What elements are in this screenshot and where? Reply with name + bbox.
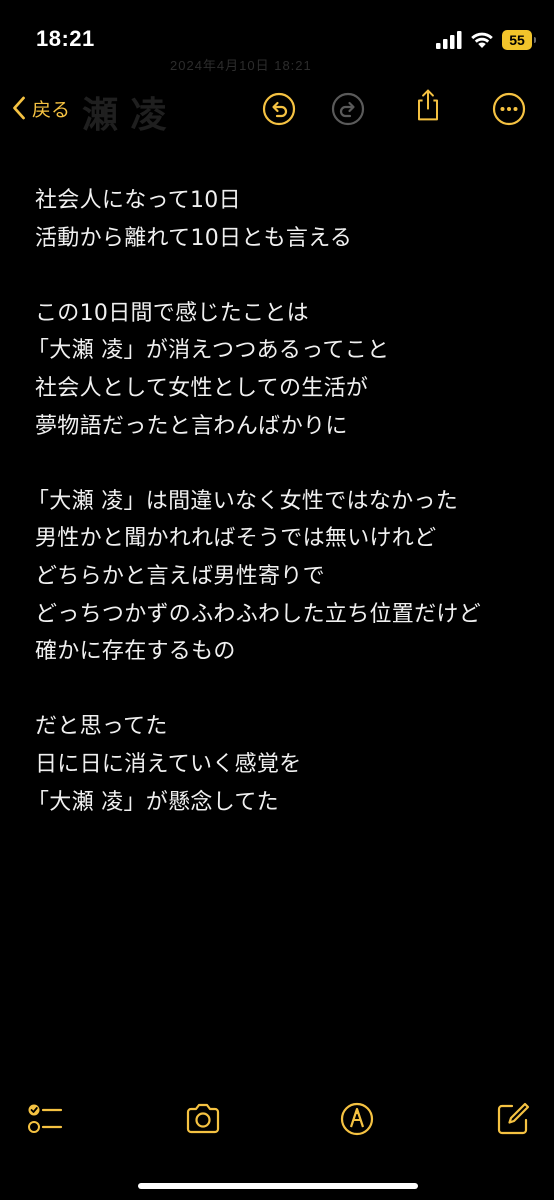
note-line: 「大瀬 凌」が消えつつあるってこと — [27, 338, 390, 364]
note-line: 男性かと聞かれればそうでは無いけれど — [35, 526, 437, 552]
status-time: 18:21 — [36, 26, 95, 51]
note-line: 日に日に消えていく感覚を — [35, 751, 302, 777]
note-line: 確かに存在するもの — [35, 639, 236, 665]
note-line: だと思ってた — [35, 714, 168, 740]
note-line: 「大瀬 凌」は間違いなく女性ではなかった — [27, 488, 458, 514]
cellular-signal-icon — [436, 31, 462, 49]
chevron-left-icon — [13, 96, 25, 120]
markup-pen-icon[interactable] — [338, 1100, 376, 1138]
note-line: 活動から離れて10日とも言える — [35, 225, 353, 251]
battery-icon: 55 — [502, 30, 536, 50]
note-line: 社会人として女性としての生活が — [35, 375, 369, 401]
more-icon[interactable] — [491, 91, 527, 127]
note-date-faded: 2024年4月10日 18:21 — [170, 58, 312, 73]
note-line: 夢物語だったと言わんばかりに — [35, 413, 348, 439]
redo-icon[interactable] — [330, 91, 366, 127]
note-line: 「大瀬 凌」が懸念してた — [27, 789, 279, 815]
note-blank-line — [35, 445, 535, 483]
back-label: 戻る — [32, 98, 71, 121]
note-blank-line — [35, 671, 535, 709]
compose-icon[interactable] — [494, 1100, 532, 1138]
camera-icon[interactable] — [184, 1100, 222, 1138]
undo-icon[interactable] — [261, 91, 297, 127]
note-line: どっちつかずのふわふわした立ち位置だけど — [35, 601, 482, 627]
note-line: この10日間で感じたことは — [35, 300, 309, 326]
bottom-toolbar — [0, 1090, 554, 1146]
nav-bar: 戻る — [0, 84, 554, 134]
note-blank-line — [35, 257, 535, 295]
note-line: 社会人になって10日 — [35, 188, 241, 213]
home-indicator — [138, 1183, 418, 1189]
back-button[interactable]: 戻る — [12, 90, 70, 126]
note-body[interactable]: 社会人になって10日活動から離れて10日とも言える この10日間で感じたことは「大… — [27, 182, 535, 821]
checklist-icon[interactable] — [26, 1100, 64, 1138]
status-icons: 55 — [436, 26, 536, 54]
share-icon[interactable] — [410, 87, 446, 123]
note-line: どちらかと言えば男性寄りで — [35, 563, 325, 589]
wifi-icon — [471, 32, 493, 48]
